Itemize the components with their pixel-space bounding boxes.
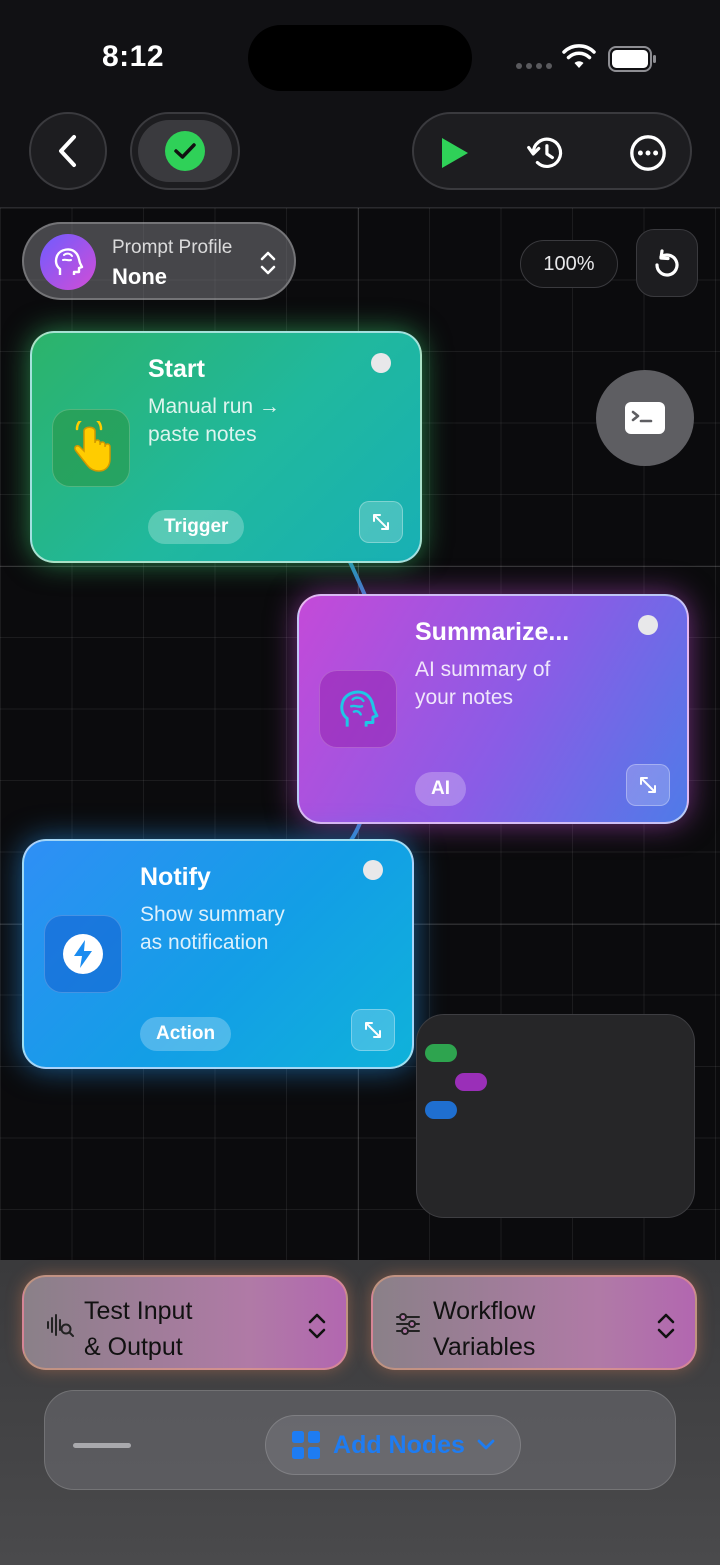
minimap-node-notify (425, 1101, 457, 1119)
validation-status-button[interactable] (130, 112, 240, 190)
add-nodes-label: Add Nodes (333, 1430, 465, 1459)
battery-icon (608, 46, 656, 72)
node-type-badge: Trigger (148, 510, 245, 544)
hand-tap-icon (52, 409, 130, 487)
node-title: Notify (140, 863, 211, 891)
prompt-profile-picker[interactable]: Prompt Profile None (22, 222, 296, 300)
test-io-label: Test Input & Output (84, 1297, 193, 1361)
node-status-dot (638, 615, 658, 635)
add-nodes-button[interactable]: Add Nodes (265, 1415, 521, 1475)
minimap-node-start (425, 1044, 457, 1062)
workflow-variables-button[interactable]: Workflow Variables (371, 1275, 697, 1370)
expand-node-button[interactable] (359, 501, 403, 543)
drag-handle[interactable] (73, 1443, 131, 1448)
grid-icon (292, 1431, 321, 1459)
expand-node-button[interactable] (351, 1009, 395, 1051)
node-type-badge: Action (140, 1017, 232, 1051)
minimap-node-summarize (455, 1073, 487, 1091)
ellipsis-icon (630, 135, 666, 171)
brain-head-icon (40, 234, 96, 290)
sliders-icon (396, 1313, 420, 1335)
wifi-icon (562, 44, 596, 68)
cellular-signal-icon (516, 63, 552, 69)
node-title: Summarize... (415, 618, 570, 646)
prompt-profile-value: None (112, 264, 167, 289)
history-icon (527, 137, 563, 168)
chevron-up-down-icon (260, 251, 276, 275)
expand-icon (365, 1022, 381, 1038)
chevron-left-icon (59, 135, 76, 167)
node-title: Start (148, 355, 205, 383)
run-button[interactable] (434, 133, 474, 173)
prompt-profile-label: Prompt Profile (112, 237, 233, 258)
bolt-icon (44, 915, 122, 993)
node-start[interactable]: Start Manual run → paste notes Trigger (30, 331, 422, 563)
play-icon (442, 138, 468, 168)
more-button[interactable] (628, 133, 668, 173)
node-notify[interactable]: Notify Show summary as notification Actio… (22, 839, 414, 1069)
test-input-output-button[interactable]: Test Input & Output (22, 1275, 348, 1370)
reset-view-button[interactable] (636, 229, 698, 297)
chevron-up-down-icon (657, 1313, 675, 1339)
status-time: 8:12 (102, 40, 165, 73)
expand-icon (640, 777, 656, 793)
zoom-level[interactable]: 100% (520, 240, 618, 288)
history-button[interactable] (526, 133, 566, 173)
add-nodes-dock: Add Nodes (44, 1390, 676, 1490)
terminal-icon (625, 402, 665, 434)
dynamic-island (248, 25, 472, 91)
node-type-badge: AI (415, 772, 466, 806)
chevron-up-down-icon (308, 1313, 326, 1339)
status-bar: 8:12 (0, 0, 720, 110)
node-summarize[interactable]: Summarize... AI summary of your notes AI (297, 594, 689, 824)
workflow-actions (412, 112, 692, 190)
node-status-dot (363, 860, 383, 880)
expand-node-button[interactable] (626, 764, 670, 806)
chevron-down-icon (477, 1439, 495, 1450)
brain-head-icon (319, 670, 397, 748)
back-button[interactable] (29, 112, 107, 190)
waveform-search-icon (47, 1314, 74, 1337)
console-button[interactable] (596, 370, 694, 466)
node-description: Show summary as notification (140, 903, 285, 954)
node-description: AI summary of your notes (415, 658, 551, 709)
checkmark-icon (165, 131, 205, 171)
minimap[interactable] (416, 1014, 695, 1218)
node-description: Manual run → paste notes (148, 395, 280, 446)
rotate-icon (655, 249, 679, 277)
workflow-variables-label: Workflow Variables (433, 1297, 536, 1361)
node-status-dot (371, 353, 391, 373)
expand-icon (373, 514, 389, 530)
